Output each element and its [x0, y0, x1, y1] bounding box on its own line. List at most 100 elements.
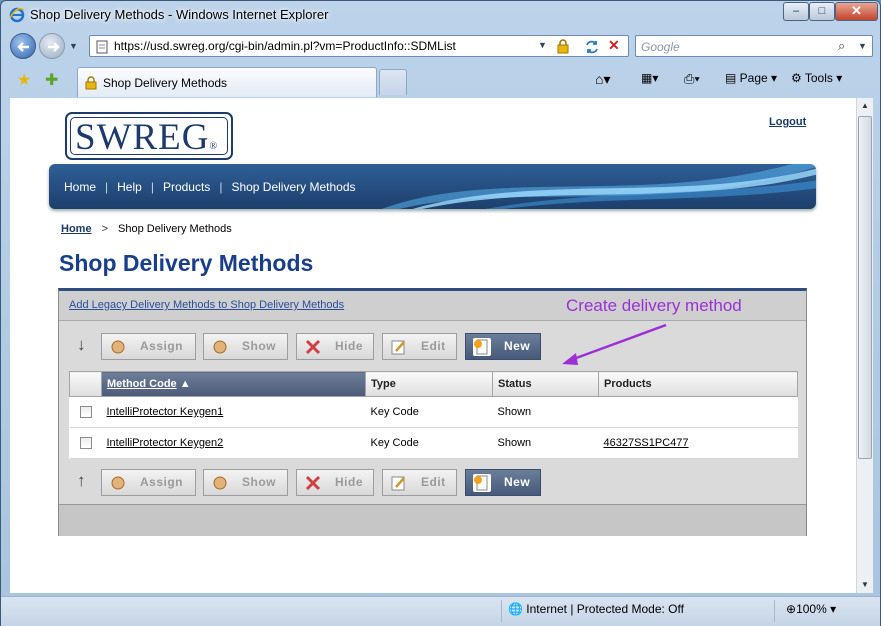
assign-button[interactable]: Assign	[101, 469, 196, 496]
assign-icon	[111, 476, 125, 490]
tab-lock-icon	[85, 76, 97, 90]
method-code-link[interactable]: IntelliProtector Keygen1	[107, 406, 224, 418]
nav-banner: Home | Help | Products | Shop Delivery Methods	[49, 164, 816, 209]
assign-icon	[111, 340, 125, 354]
maximize-button[interactable]: □	[809, 2, 835, 21]
edit-button[interactable]: Edit	[382, 333, 457, 360]
type-cell: Key Code	[365, 396, 493, 428]
back-button[interactable]	[10, 33, 36, 59]
forward-button[interactable]	[39, 33, 65, 59]
row-checkbox[interactable]	[79, 406, 92, 419]
status-cell: Shown	[492, 427, 599, 459]
banner-swoosh-graphic	[381, 164, 816, 209]
home-icon[interactable]: ⌂▾	[595, 71, 610, 88]
hide-icon	[305, 339, 321, 355]
breadcrumb-current: Shop Delivery Methods	[118, 223, 232, 235]
scroll-up-icon[interactable]: ▲	[861, 101, 869, 110]
show-button[interactable]: Show	[203, 333, 288, 360]
security-zone[interactable]: 🌐 Internet | Protected Mode: Off	[508, 602, 684, 616]
logo-registered-mark: ®	[209, 141, 219, 152]
edit-icon	[391, 476, 405, 491]
address-dropdown-icon[interactable]: ▼	[538, 40, 547, 50]
forward-arrow-icon	[48, 42, 60, 52]
nav-help[interactable]: Help	[117, 180, 142, 194]
globe-icon: 🌐	[508, 602, 523, 616]
padlock-icon[interactable]	[555, 38, 571, 54]
edit-icon	[391, 340, 405, 355]
refresh-icon[interactable]	[584, 39, 600, 55]
search-dropdown-icon[interactable]: ▼	[858, 41, 867, 51]
method-code-link[interactable]: IntelliProtector Keygen2	[107, 437, 224, 449]
new-tab-button[interactable]	[379, 69, 407, 95]
show-button[interactable]: Show	[203, 469, 288, 496]
new-icon	[473, 474, 491, 492]
favorites-star-icon[interactable]: ★	[17, 70, 31, 90]
products-cell	[598, 396, 798, 428]
bottom-toolbar: ↑ Assign Show Hide Edit New	[59, 463, 806, 501]
column-method-code[interactable]: Method Code ▲	[101, 371, 366, 397]
down-arrow-icon: ↓	[77, 335, 86, 354]
recent-pages-dropdown-icon[interactable]: ▼	[69, 41, 78, 51]
search-box[interactable]: Google ⌕ ▼	[635, 35, 873, 57]
assign-button[interactable]: Assign	[101, 333, 196, 360]
show-icon	[213, 340, 227, 354]
top-nav: Home | Help | Products | Shop Delivery Methods	[64, 180, 356, 194]
tools-menu[interactable]: ⚙ Tools ▾	[791, 71, 842, 85]
type-cell: Key Code	[365, 427, 493, 459]
table-row: IntelliProtector Keygen2 Key Code Shown …	[69, 427, 798, 459]
annotation-arrow	[562, 323, 667, 365]
page-content: SWREG® Logout Home | Help | Products | Shop De…	[10, 98, 856, 593]
up-arrow-icon: ↑	[77, 471, 86, 490]
nav-products[interactable]: Products	[163, 180, 210, 194]
add-legacy-methods-link[interactable]: Add Legacy Delivery Methods to Shop Deli…	[69, 299, 344, 311]
minimize-button[interactable]: –	[783, 2, 809, 21]
address-row: ▼ https://usd.swreg.org/cgi-bin/admin.pl…	[1, 31, 880, 61]
tab-row: ★ ✚ Shop Delivery Methods ⌂▾ ▦▾ ⎙▾ ▤ Pag…	[1, 63, 880, 97]
status-bar: 🌐 Internet | Protected Mode: Off ⊕100% ▾	[1, 596, 880, 626]
address-url[interactable]: https://usd.swreg.org/cgi-bin/admin.pl?v…	[114, 39, 456, 53]
swreg-logo[interactable]: SWREG®	[65, 112, 233, 160]
page-menu-label: Page	[739, 71, 768, 85]
delivery-methods-panel: Add Legacy Delivery Methods to Shop Deli…	[58, 288, 807, 536]
page-title: Shop Delivery Methods	[59, 250, 314, 276]
hide-button[interactable]: Hide	[296, 333, 374, 360]
row-select-cell	[69, 427, 102, 459]
breadcrumb: Home > Shop Delivery Methods	[61, 223, 232, 235]
logo-text: SWREG®	[75, 117, 219, 158]
new-button[interactable]: New	[465, 469, 541, 496]
address-bar[interactable]: https://usd.swreg.org/cgi-bin/admin.pl?v…	[89, 35, 629, 57]
new-icon	[473, 338, 491, 356]
nav-shop-delivery-methods[interactable]: Shop Delivery Methods	[231, 180, 355, 194]
new-button[interactable]: New	[465, 333, 541, 360]
close-button[interactable]: ✕	[835, 2, 878, 21]
scroll-thumb[interactable]	[858, 116, 872, 459]
row-checkbox[interactable]	[79, 437, 92, 450]
print-icon[interactable]: ⎙▾	[684, 71, 700, 87]
scroll-down-icon[interactable]: ▼	[861, 580, 869, 589]
method-code-sort-link[interactable]: Method Code	[107, 378, 177, 390]
search-input[interactable]: Google	[641, 40, 680, 54]
tab-shop-delivery-methods[interactable]: Shop Delivery Methods	[77, 67, 377, 97]
vertical-scrollbar[interactable]: ▲ ▼	[856, 98, 873, 593]
product-link[interactable]: 46327SS1PC477	[604, 437, 689, 449]
zoom-control[interactable]: ⊕100% ▾	[786, 602, 836, 616]
hide-button[interactable]: Hide	[296, 469, 374, 496]
page-menu[interactable]: ▤ Page ▾	[725, 71, 777, 85]
breadcrumb-home[interactable]: Home	[61, 223, 92, 235]
stop-icon[interactable]: ✕	[608, 37, 620, 54]
delivery-methods-table: Method Code ▲ Type Status Products Intel…	[69, 371, 798, 459]
browser-window: Shop Delivery Methods - Windows Internet…	[0, 0, 881, 626]
search-icon[interactable]: ⌕	[838, 38, 845, 54]
products-cell: 46327SS1PC477	[598, 427, 798, 459]
hide-icon	[305, 475, 321, 491]
feeds-icon[interactable]: ▦▾	[641, 71, 658, 85]
show-icon	[213, 476, 227, 490]
nav-home[interactable]: Home	[64, 180, 96, 194]
add-favorites-icon[interactable]: ✚	[45, 70, 58, 90]
back-arrow-icon	[17, 42, 29, 52]
column-products: Products	[598, 371, 798, 397]
row-select-cell	[69, 396, 102, 428]
logout-link[interactable]: Logout	[769, 116, 806, 128]
status-cell: Shown	[492, 396, 599, 428]
edit-button[interactable]: Edit	[382, 469, 457, 496]
